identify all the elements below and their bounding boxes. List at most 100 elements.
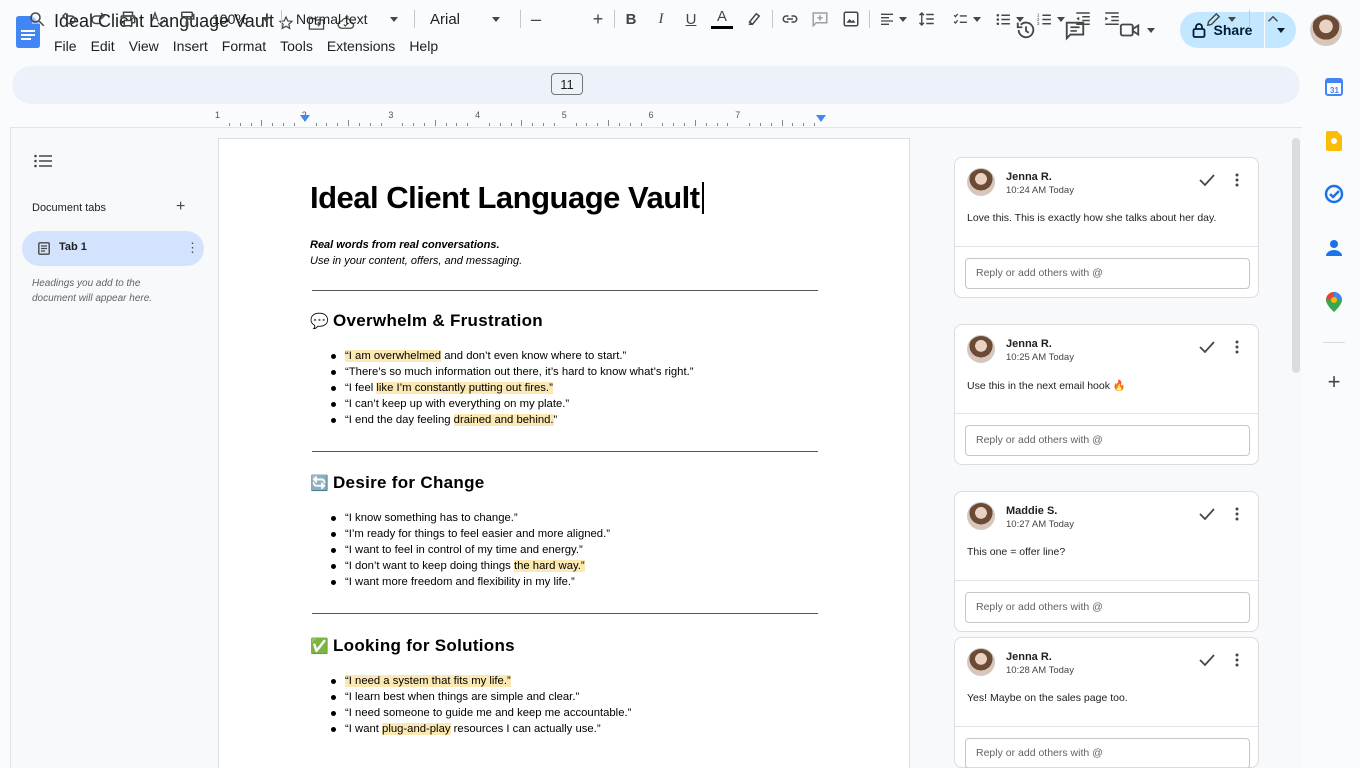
resolve-check-icon[interactable]	[1199, 653, 1215, 667]
section-heading[interactable]: ✅ Looking for Solutions	[310, 636, 515, 656]
tasks-icon[interactable]	[1323, 183, 1345, 205]
quote-list-item[interactable]: “I want to feel in control of my time an…	[331, 542, 610, 558]
quote-list[interactable]: “I am overwhelmed and don’t even know wh…	[330, 348, 693, 428]
add-tab-icon[interactable]: +	[176, 198, 185, 216]
comment-card[interactable]: Jenna R. 10:24 AM Today Love this. This …	[954, 157, 1259, 298]
font-select[interactable]: Arial	[424, 6, 512, 32]
resolve-check-icon[interactable]	[1199, 340, 1215, 354]
quote-list-item[interactable]: “I learn best when things are simple and…	[330, 689, 631, 705]
undo-icon[interactable]	[58, 6, 80, 32]
more-vert-icon[interactable]	[1235, 340, 1239, 354]
quote-list-item[interactable]: “I need a system that fits my life.”	[330, 673, 631, 689]
paragraph-style-select[interactable]: Normal text	[290, 6, 406, 32]
zoom-select[interactable]: 100%	[206, 6, 272, 32]
quote-list-item[interactable]: “I know something has to change.”	[331, 510, 610, 526]
underline-icon[interactable]: U	[681, 6, 701, 32]
increase-indent-icon[interactable]	[1101, 6, 1123, 32]
reply-input[interactable]: Reply or add others with @	[965, 258, 1250, 289]
more-vert-icon[interactable]	[1235, 173, 1239, 187]
quote-list-item[interactable]: “There’s so much information out there, …	[330, 364, 693, 380]
bold-icon[interactable]: B	[621, 6, 641, 32]
resolve-check-icon[interactable]	[1199, 173, 1215, 187]
text-color-icon[interactable]: A	[710, 6, 734, 32]
menu-tools[interactable]: Tools	[273, 36, 320, 56]
account-avatar[interactable]	[1310, 14, 1342, 46]
quote-list-item[interactable]: “I can’t keep up with everything on my p…	[330, 396, 693, 412]
quote-list[interactable]: “I know something has to change.” “I’m re…	[331, 510, 610, 590]
insert-image-icon[interactable]	[840, 6, 862, 32]
comment-timestamp: 10:28 AM Today	[1006, 665, 1074, 676]
editing-mode-icon[interactable]	[1200, 6, 1240, 32]
align-icon[interactable]	[876, 6, 910, 32]
reply-input[interactable]: Reply or add others with @	[965, 592, 1250, 623]
numbered-list-icon[interactable]: 123	[1031, 6, 1069, 32]
maps-icon[interactable]	[1323, 291, 1345, 313]
quote-list-item[interactable]: “I am overwhelmed and don’t even know wh…	[330, 348, 693, 364]
right-indent-marker[interactable]	[816, 115, 826, 122]
insert-link-icon[interactable]	[779, 6, 801, 32]
menu-insert[interactable]: Insert	[166, 36, 215, 56]
document-subtitle[interactable]: Real words from real conversations. Use …	[310, 237, 522, 269]
menu-extensions[interactable]: Extensions	[320, 36, 402, 56]
search-menus-icon[interactable]	[26, 6, 48, 32]
comment-card[interactable]: Jenna R. 10:28 AM Today Yes! Maybe on th…	[954, 637, 1259, 768]
menu-edit[interactable]: Edit	[84, 36, 122, 56]
quote-list-item[interactable]: “I need someone to guide me and keep me …	[330, 705, 631, 721]
quote-list-item[interactable]: “I end the day feeling drained and behin…	[330, 412, 693, 428]
redo-icon[interactable]	[87, 6, 109, 32]
tab-tab-1[interactable]: Tab 1 ⋮	[22, 231, 204, 266]
quote-list-item[interactable]: “I want plug-and-play resources I can ac…	[330, 721, 631, 737]
add-comment-icon[interactable]	[809, 6, 831, 32]
section-heading[interactable]: 💬 Overwhelm & Frustration	[310, 311, 543, 331]
document-heading[interactable]: Ideal Client Language Vault	[310, 180, 704, 216]
vertical-scrollbar[interactable]	[1292, 138, 1300, 373]
document-page[interactable]: Ideal Client Language Vault Real words f…	[218, 138, 910, 768]
quote-list-item[interactable]: “I don’t want to keep doing things the h…	[331, 558, 610, 574]
menu-format[interactable]: Format	[215, 36, 273, 56]
horizontal-ruler[interactable]: 1234567	[215, 110, 910, 126]
highlighted-text: the hard way.”	[513, 560, 585, 572]
ruler-tick	[781, 120, 783, 126]
more-vert-icon[interactable]	[1235, 653, 1239, 667]
line-spacing-icon[interactable]	[916, 6, 938, 32]
print-icon[interactable]	[117, 6, 139, 32]
reply-input[interactable]: Reply or add others with @	[965, 738, 1250, 768]
checklist-icon[interactable]	[947, 6, 985, 32]
quote-list-item[interactable]: “I’m ready for things to feel easier and…	[331, 526, 610, 542]
subtitle-line-2: Use in your content, offers, and messagi…	[310, 255, 523, 267]
quote-list-item[interactable]: “I feel like I’m constantly putting out …	[330, 380, 693, 396]
decrease-indent-icon[interactable]	[1072, 6, 1094, 32]
spellcheck-icon[interactable]	[147, 6, 169, 32]
font-size-input[interactable]: 11	[551, 73, 583, 95]
comment-divider	[955, 580, 1258, 581]
left-indent-marker[interactable]	[300, 115, 310, 122]
menu-file[interactable]: File	[47, 36, 84, 56]
contacts-icon[interactable]	[1323, 237, 1345, 259]
svg-text:31: 31	[1330, 86, 1339, 95]
chevron-down-icon	[492, 16, 501, 22]
hide-menus-chevron-up-icon[interactable]	[1262, 6, 1284, 32]
comment-divider	[955, 413, 1258, 414]
more-vert-icon[interactable]	[1235, 507, 1239, 521]
keep-icon[interactable]	[1323, 130, 1345, 152]
quote-list[interactable]: “I need a system that fits my life.” “I l…	[330, 673, 631, 737]
quote-list-item[interactable]: “I want more freedom and flexibility in …	[331, 574, 610, 590]
italic-icon[interactable]: I	[651, 6, 671, 32]
comment-card[interactable]: Jenna R. 10:25 AM Today Use this in the …	[954, 324, 1259, 465]
section-heading[interactable]: 🔄 Desire for Change	[310, 473, 485, 493]
highlight-color-icon[interactable]	[743, 6, 765, 32]
reply-input[interactable]: Reply or add others with @	[965, 425, 1250, 456]
outline-list-icon[interactable]	[34, 154, 52, 168]
comment-author: Jenna R.	[1006, 171, 1052, 183]
menu-view[interactable]: View	[122, 36, 166, 56]
menu-help[interactable]: Help	[402, 36, 445, 56]
comment-card[interactable]: Maddie S. 10:27 AM Today This one = offe…	[954, 491, 1259, 632]
increase-font-size-icon[interactable]: +	[588, 6, 608, 32]
paint-format-icon[interactable]	[176, 6, 198, 32]
more-vert-icon[interactable]: ⋮	[186, 240, 199, 256]
decrease-font-size-icon[interactable]: –	[527, 6, 545, 32]
get-addons-plus-icon[interactable]: +	[1323, 369, 1345, 394]
calendar-icon[interactable]: 31	[1323, 76, 1345, 98]
bulleted-list-icon[interactable]	[990, 6, 1028, 32]
resolve-check-icon[interactable]	[1199, 507, 1215, 521]
